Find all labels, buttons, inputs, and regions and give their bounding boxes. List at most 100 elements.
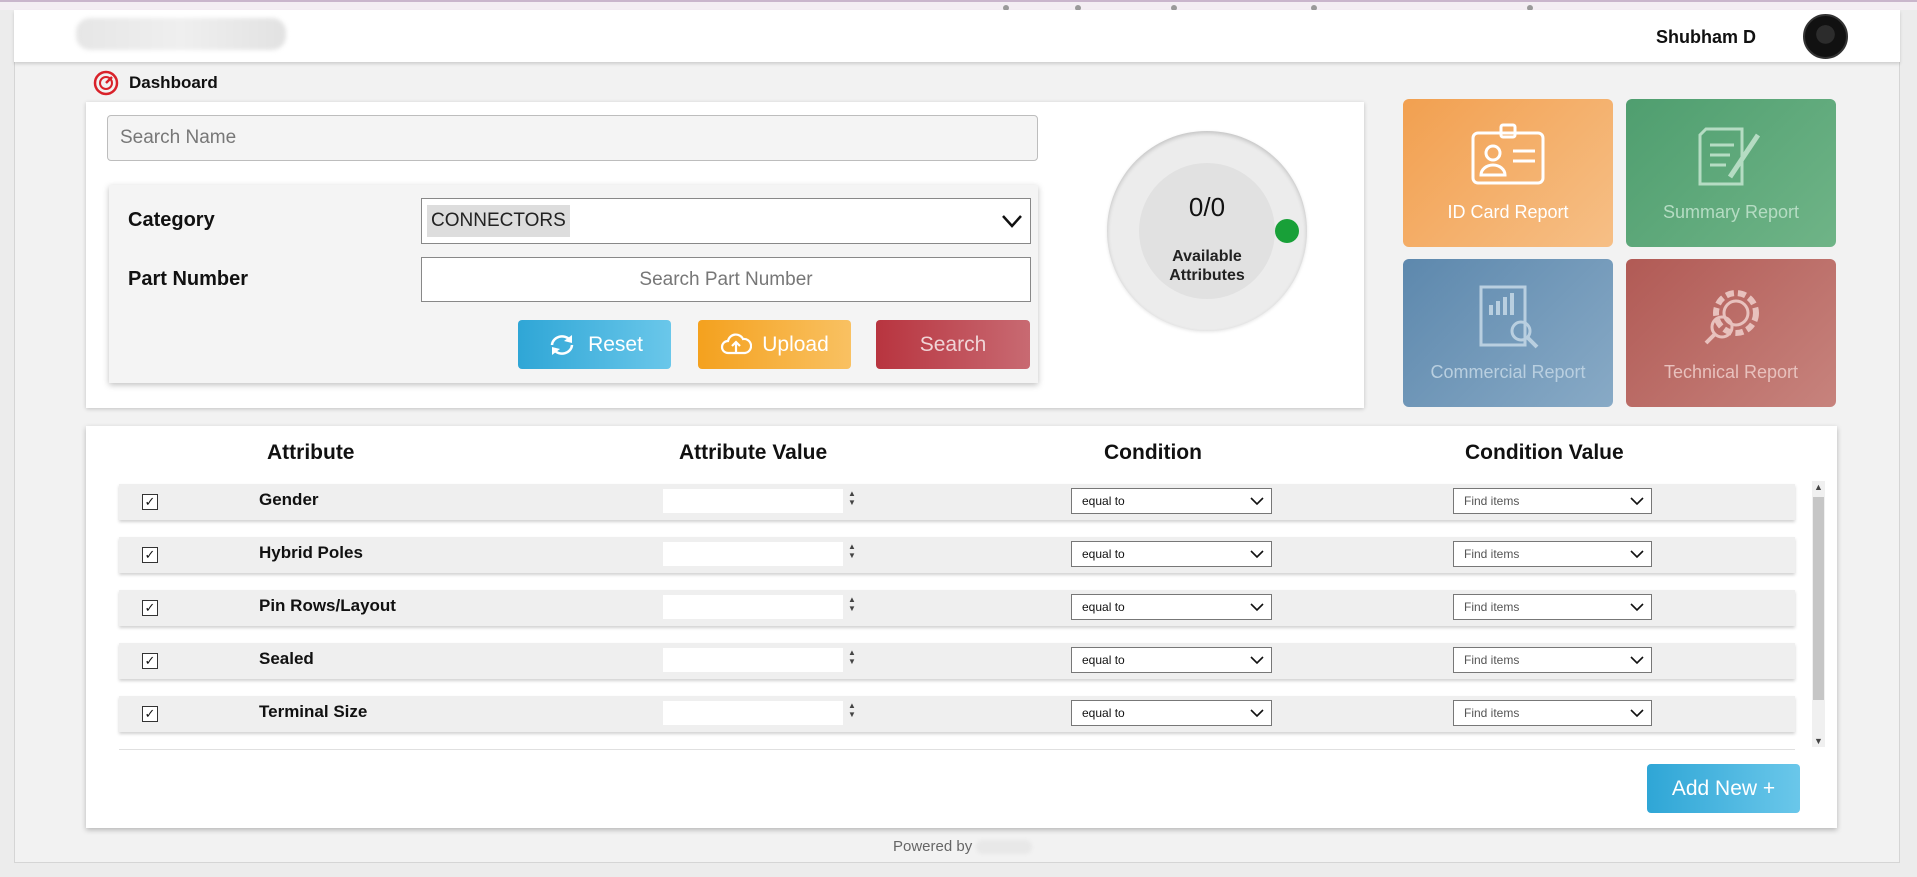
upload-button[interactable]: Upload	[698, 320, 851, 369]
attribute-value-input[interactable]	[663, 701, 843, 725]
row-checkbox[interactable]: ✓	[142, 653, 158, 669]
brand-logo[interactable]	[76, 18, 286, 50]
attribute-name: Pin Rows/Layout	[259, 596, 396, 615]
chevron-down-icon	[1630, 603, 1644, 612]
breadcrumb-label: Dashboard	[129, 73, 218, 92]
breadcrumb[interactable]: Dashboard	[93, 70, 218, 96]
id-card-report-tile[interactable]: ID Card Report	[1403, 99, 1613, 247]
condition-value: equal to	[1082, 547, 1125, 561]
table-row: ✓ Hybrid Poles ▲ ▼ equal to Find items	[119, 537, 1795, 573]
scrollbar-thumb[interactable]	[1813, 497, 1824, 700]
condition-value-placeholder: Find items	[1464, 706, 1520, 720]
condition-value-select[interactable]: Find items	[1453, 647, 1652, 673]
powered-by-logo[interactable]	[976, 839, 1033, 854]
col-header-condition-value: Condition Value	[1465, 441, 1624, 464]
number-spinner[interactable]: ▲ ▼	[847, 489, 857, 513]
condition-value-select[interactable]: Find items	[1453, 594, 1652, 620]
id-card-icon	[1471, 123, 1545, 185]
row-checkbox[interactable]: ✓	[142, 547, 158, 563]
chevron-down-icon	[1002, 215, 1022, 228]
attribute-name: Hybrid Poles	[259, 543, 363, 562]
category-select[interactable]: CONNECTORS	[421, 198, 1031, 244]
scroll-down-icon[interactable]: ▼	[1812, 736, 1825, 746]
technical-report-tile[interactable]: Technical Report	[1626, 259, 1836, 407]
gauge-status-dot	[1275, 219, 1299, 243]
number-spinner[interactable]: ▲ ▼	[847, 701, 857, 725]
search-name-input[interactable]	[107, 115, 1038, 161]
row-checkbox[interactable]: ✓	[142, 494, 158, 510]
number-spinner[interactable]: ▲ ▼	[847, 595, 857, 619]
condition-value-placeholder: Find items	[1464, 494, 1520, 508]
gauge-label-line2: Attributes	[1169, 267, 1245, 284]
table-row: ✓ Gender ▲ ▼ equal to Find items	[119, 484, 1795, 520]
table-row: ✓ Sealed ▲ ▼ equal to Find items	[119, 643, 1795, 679]
condition-select[interactable]: equal to	[1071, 700, 1272, 726]
row-checkbox[interactable]: ✓	[142, 600, 158, 616]
commercial-report-label: Commercial Report	[1430, 362, 1586, 382]
scroll-up-icon[interactable]: ▲	[1812, 482, 1825, 492]
chevron-down-icon	[1250, 550, 1264, 559]
chevron-down-icon	[1250, 656, 1264, 665]
attribute-value-input[interactable]	[663, 648, 843, 672]
summary-report-tile[interactable]: Summary Report	[1626, 99, 1836, 247]
chevron-down-icon	[1630, 550, 1644, 559]
gauge-label: Available Attributes	[1139, 247, 1275, 285]
condition-select[interactable]: equal to	[1071, 488, 1272, 514]
chevron-down-icon	[1630, 497, 1644, 506]
attribute-value-input[interactable]	[663, 595, 843, 619]
report-pen-icon	[1698, 127, 1761, 186]
id-card-report-label: ID Card Report	[1447, 202, 1569, 222]
top-strip	[0, 0, 1917, 11]
part-number-label: Part Number	[128, 268, 249, 290]
row-checkbox[interactable]: ✓	[142, 706, 158, 722]
commercial-report-tile[interactable]: Commercial Report	[1403, 259, 1613, 407]
top-header: Shubham D	[14, 10, 1900, 62]
condition-select[interactable]: equal to	[1071, 647, 1272, 673]
gauge-value: 0/0	[1188, 192, 1226, 222]
add-new-button[interactable]: Add New +	[1647, 764, 1800, 813]
col-header-attribute-value: Attribute Value	[679, 441, 828, 464]
avatar[interactable]	[1803, 14, 1848, 59]
refresh-icon	[550, 334, 574, 355]
table-row: ✓ Pin Rows/Layout ▲ ▼ equal to Find items	[119, 590, 1795, 626]
chevron-down-icon	[1250, 603, 1264, 612]
reset-button[interactable]: Reset	[518, 320, 671, 369]
condition-value-placeholder: Find items	[1464, 600, 1520, 614]
chevron-down-icon	[1250, 709, 1264, 718]
part-number-input[interactable]	[421, 257, 1031, 302]
powered-by-label: Powered by	[893, 838, 973, 855]
category-value: CONNECTORS	[427, 205, 570, 237]
search-button[interactable]: Search	[876, 320, 1030, 369]
condition-select[interactable]: equal to	[1071, 594, 1272, 620]
condition-value-select[interactable]: Find items	[1453, 541, 1652, 567]
condition-value: equal to	[1082, 494, 1125, 508]
condition-value-placeholder: Find items	[1464, 547, 1520, 561]
summary-report-label: Summary Report	[1662, 202, 1800, 222]
number-spinner[interactable]: ▲ ▼	[847, 542, 857, 566]
attribute-name: Sealed	[259, 649, 314, 668]
gauge-label-line1: Available	[1172, 248, 1242, 265]
number-spinner[interactable]: ▲ ▼	[847, 648, 857, 672]
reset-label: Reset	[588, 332, 643, 356]
search-label: Search	[919, 332, 987, 356]
attribute-value-input[interactable]	[663, 489, 843, 513]
table-divider	[119, 749, 1795, 750]
attribute-value-input[interactable]	[663, 542, 843, 566]
category-label: Category	[128, 209, 215, 231]
condition-value: equal to	[1082, 600, 1125, 614]
attribute-name: Terminal Size	[259, 702, 368, 721]
user-name[interactable]: Shubham D	[1656, 27, 1756, 48]
table-row: ✓ Terminal Size ▲ ▼ equal to Find items	[119, 696, 1795, 732]
chart-search-icon	[1479, 285, 1539, 349]
condition-value-select[interactable]: Find items	[1453, 700, 1652, 726]
condition-value: equal to	[1082, 706, 1125, 720]
gear-chart-icon	[1704, 290, 1759, 345]
col-header-attribute: Attribute	[267, 441, 355, 464]
condition-value-placeholder: Find items	[1464, 653, 1520, 667]
upload-label: Upload	[762, 332, 829, 356]
condition-select[interactable]: equal to	[1071, 541, 1272, 567]
chevron-down-icon	[1250, 497, 1264, 506]
condition-value-select[interactable]: Find items	[1453, 488, 1652, 514]
attribute-name: Gender	[259, 490, 319, 509]
condition-value: equal to	[1082, 653, 1125, 667]
